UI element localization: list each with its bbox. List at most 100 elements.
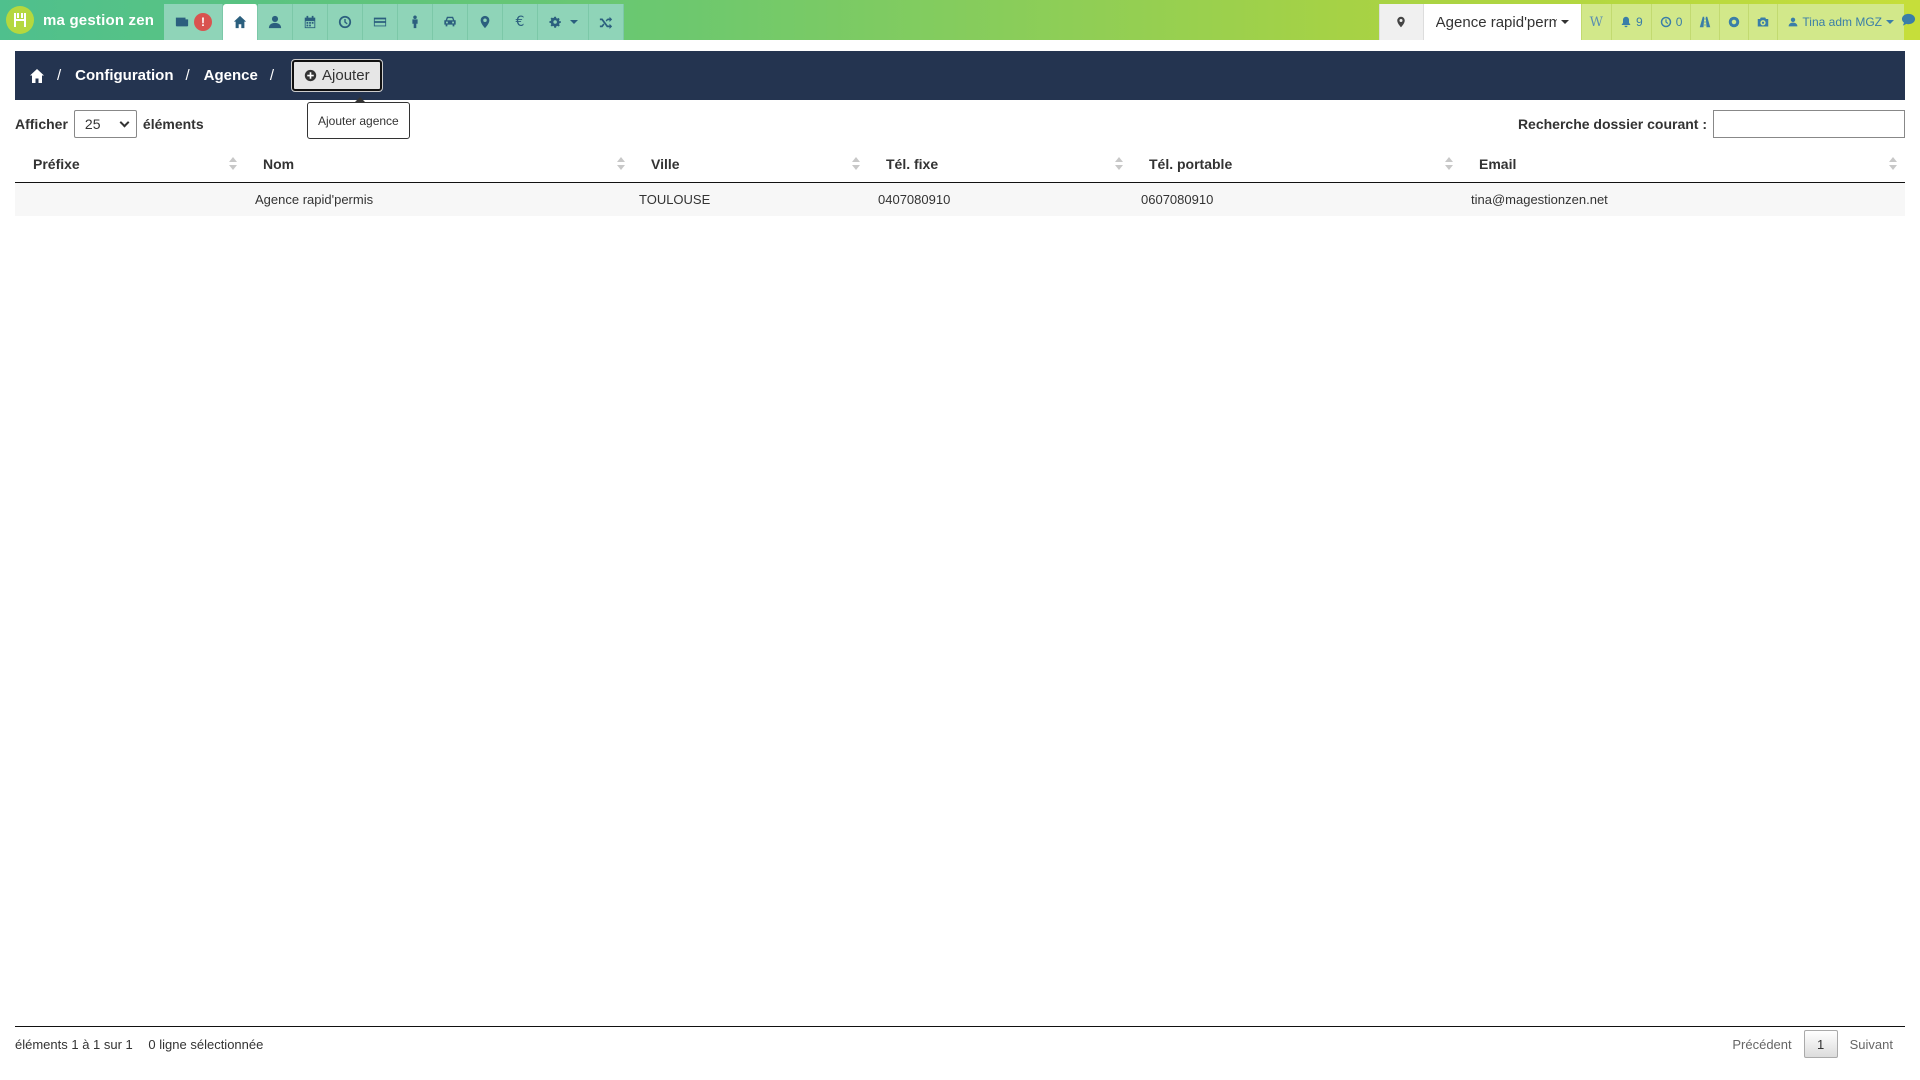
cogs-icon	[549, 16, 561, 28]
sort-icon	[1115, 157, 1123, 171]
breadcrumb-separator: /	[185, 67, 190, 84]
breadcrumb-separator: /	[57, 67, 62, 84]
table-row[interactable]: Agence rapid'permis TOULOUSE 0407080910 …	[15, 182, 1905, 216]
chevron-down-icon	[1560, 20, 1569, 24]
column-header-tel-portable[interactable]: Tél. portable	[1131, 147, 1461, 183]
user-label: Tina adm MGZ	[1802, 15, 1882, 29]
chevron-down-icon	[1886, 20, 1894, 24]
shuffle-icon	[599, 16, 613, 29]
sort-icon	[1889, 157, 1897, 171]
nav-users[interactable]	[258, 4, 293, 40]
agency-selector-label: Agence rapid'permis	[1435, 13, 1557, 31]
table-info: éléments 1 à 1 sur 1 0 ligne sélectionné…	[15, 1037, 263, 1052]
car-icon	[444, 16, 456, 27]
breadcrumb: / Configuration / Agence / Ajouter	[15, 51, 1905, 100]
newspaper-icon	[175, 17, 189, 27]
breadcrumb-home[interactable]	[29, 68, 45, 84]
nav-locations[interactable]	[468, 4, 503, 40]
person-icon	[412, 15, 418, 29]
sort-icon	[852, 157, 860, 171]
cell-nom: Agence rapid'permis	[245, 182, 633, 216]
brand-name: ma gestion zen	[43, 11, 155, 29]
user-icon	[268, 15, 282, 29]
home-icon	[30, 68, 44, 83]
pagination-page-1[interactable]: 1	[1803, 1030, 1838, 1058]
table-header-row: Préfixe Nom Ville Tél. fixe Tél. portabl…	[15, 147, 1905, 183]
location-button[interactable]	[1378, 4, 1423, 40]
camera-icon	[1758, 17, 1769, 27]
sort-icon	[617, 157, 625, 171]
sort-icon	[1445, 157, 1453, 171]
page-length-select[interactable]: 25	[73, 110, 137, 138]
sort-icon	[229, 157, 237, 171]
road-button[interactable]	[1690, 4, 1720, 40]
add-agency-button[interactable]: Ajouter	[291, 59, 383, 92]
add-agency-tooltip: Ajouter agence	[307, 97, 410, 139]
notifications-button[interactable]: 9	[1611, 4, 1651, 40]
road-icon	[1700, 16, 1711, 28]
table-info-selected: 0 ligne sélectionnée	[148, 1037, 264, 1052]
cell-email: tina@magestionzen.net	[1461, 182, 1905, 216]
cell-tel-fixe: 0407080910	[868, 182, 1131, 216]
clock-icon	[338, 15, 352, 29]
main-nav: ! €	[164, 4, 624, 40]
chevron-down-icon	[119, 117, 130, 127]
credit-card-icon	[373, 17, 387, 27]
agency-table: Préfixe Nom Ville Tél. fixe Tél. portabl…	[15, 147, 1905, 216]
search-label: Recherche dossier courant :	[1517, 116, 1707, 132]
column-header-prefixe[interactable]: Préfixe	[15, 147, 245, 183]
elements-label: éléments	[142, 116, 204, 132]
pending-count: 0	[1675, 15, 1683, 29]
breadcrumb-agence[interactable]: Agence	[204, 67, 258, 84]
nav-payments[interactable]	[363, 4, 398, 40]
footer-divider	[15, 1026, 1905, 1027]
brand[interactable]: ma gestion zen	[6, 6, 154, 34]
breadcrumb-configuration[interactable]: Configuration	[75, 67, 173, 84]
nav-clock[interactable]	[328, 4, 363, 40]
clock-icon	[1660, 16, 1671, 28]
search-control: Recherche dossier courant :	[1518, 110, 1905, 138]
chat-button[interactable]	[1901, 12, 1916, 32]
home-icon	[233, 15, 247, 29]
pagination-next[interactable]: Suivant	[1838, 1037, 1905, 1052]
nav-settings[interactable]	[538, 4, 589, 40]
column-header-tel-fixe[interactable]: Tél. fixe	[868, 147, 1131, 183]
alert-badge: !	[194, 13, 212, 31]
calendar-icon	[304, 15, 316, 29]
search-input[interactable]	[1713, 110, 1905, 138]
pending-button[interactable]: 0	[1650, 4, 1691, 40]
column-header-email[interactable]: Email	[1461, 147, 1905, 183]
nav-calendar[interactable]	[293, 4, 328, 40]
column-header-ville[interactable]: Ville	[633, 147, 868, 183]
pagination-previous[interactable]: Précédent	[1720, 1037, 1803, 1052]
page-length-value: 25	[84, 116, 101, 132]
notifications-count: 9	[1636, 15, 1643, 29]
pagination: Précédent 1 Suivant	[1720, 1030, 1905, 1058]
brand-logo-icon	[6, 6, 34, 34]
show-label: Afficher	[15, 116, 68, 132]
nav-shuffle[interactable]	[589, 4, 624, 40]
euro-icon: €	[515, 14, 525, 30]
column-header-nom[interactable]: Nom	[245, 147, 633, 183]
nav-finance[interactable]: €	[503, 4, 538, 40]
page-length-control: Afficher 25 éléments	[15, 110, 204, 138]
life-ring-icon	[1729, 16, 1740, 28]
w-button[interactable]: W	[1580, 4, 1612, 40]
nav-news[interactable]: !	[164, 4, 223, 40]
cell-tel-portable: 0607080910	[1131, 182, 1461, 216]
nav-students[interactable]	[398, 4, 433, 40]
top-right-bar: Agence rapid'permis W 9 0 Tina adm MGZ	[1378, 4, 1904, 40]
chevron-down-icon	[570, 20, 578, 24]
agency-selector[interactable]: Agence rapid'permis	[1422, 4, 1581, 40]
nav-vehicles[interactable]	[433, 4, 468, 40]
add-button-label: Ajouter	[322, 67, 370, 84]
help-button[interactable]	[1719, 4, 1749, 40]
cell-prefixe	[15, 182, 245, 216]
nav-home[interactable]	[223, 4, 258, 40]
screenshot-button[interactable]	[1748, 4, 1778, 40]
user-menu[interactable]: Tina adm MGZ	[1777, 4, 1904, 40]
map-marker-icon	[480, 15, 490, 29]
breadcrumb-separator: /	[269, 67, 275, 84]
table-info-count: éléments 1 à 1 sur 1	[15, 1037, 133, 1052]
map-marker-icon	[1397, 16, 1405, 28]
